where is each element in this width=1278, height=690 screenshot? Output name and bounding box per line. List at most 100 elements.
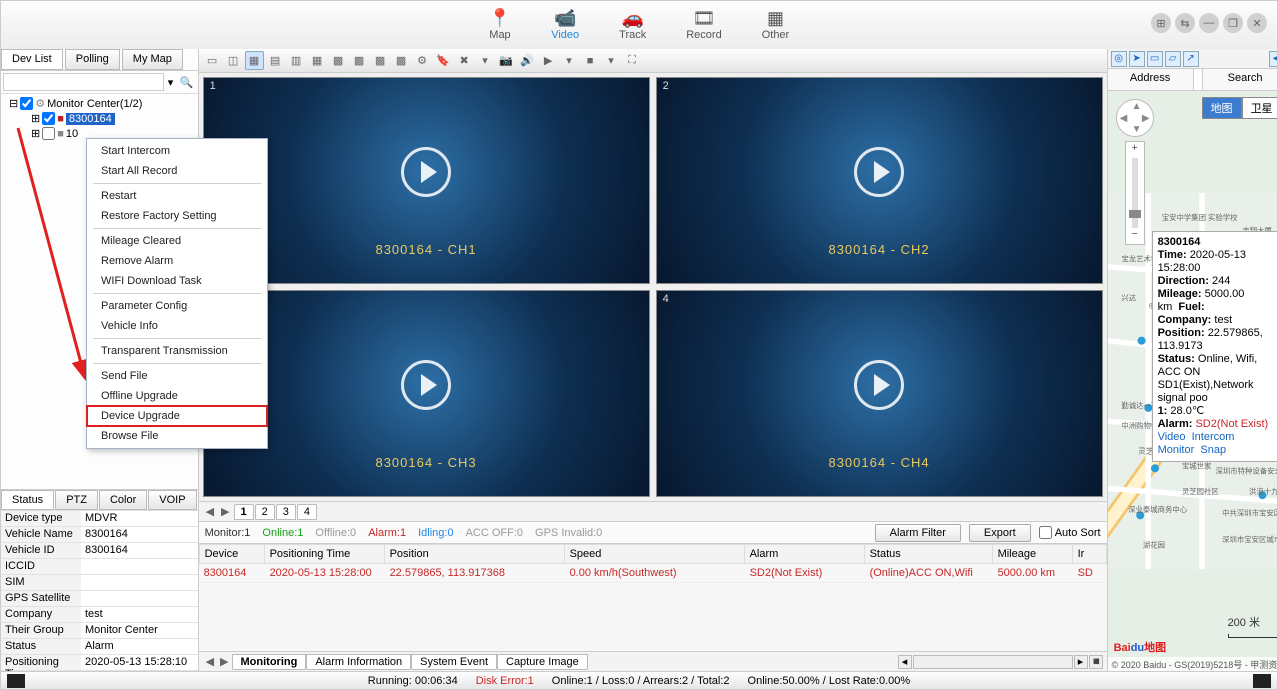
pan-up-icon[interactable]: ▲: [1132, 101, 1142, 112]
ctx-browse-file[interactable]: Browse File: [87, 426, 267, 446]
ch-next-icon[interactable]: ▶: [218, 505, 232, 518]
pan-down-icon[interactable]: ▼: [1132, 124, 1142, 135]
popup-link-snap[interactable]: Snap: [1200, 444, 1226, 456]
ctx-restore-factory[interactable]: Restore Factory Setting: [87, 206, 267, 226]
layout-9-icon[interactable]: ▦: [308, 51, 327, 70]
ctx-device-upgrade[interactable]: Device Upgrade: [87, 406, 267, 426]
side-tab-mymap[interactable]: My Map: [122, 49, 183, 70]
layout-2-icon[interactable]: ◫: [224, 51, 243, 70]
popup-link-monitor[interactable]: Monitor: [1158, 444, 1195, 456]
side-tab-devlist[interactable]: Dev List: [1, 49, 63, 70]
tree-dev2-checkbox[interactable]: [42, 127, 55, 140]
map-type-map[interactable]: 地图: [1202, 97, 1242, 119]
scroll-right-icon[interactable]: ▸: [1074, 655, 1088, 669]
bl-tab-status[interactable]: Status: [1, 490, 54, 510]
tree-root-label[interactable]: Monitor Center(1/2): [47, 98, 142, 110]
settings-icon[interactable]: ⚙: [413, 51, 432, 70]
stop-icon[interactable]: ✖: [455, 51, 474, 70]
bookmark-icon[interactable]: 🔖: [434, 51, 453, 70]
zoom-out-icon[interactable]: −: [1126, 228, 1144, 244]
video-cell-2[interactable]: 28300164 - CH2: [656, 77, 1103, 284]
swap-button[interactable]: ⇆: [1175, 13, 1195, 33]
ctx-mileage-cleared[interactable]: Mileage Cleared: [87, 231, 267, 251]
layout-4-icon[interactable]: ▦: [245, 51, 264, 70]
alarm-filter-button[interactable]: Alarm Filter: [875, 524, 961, 542]
bc-tab-alarm[interactable]: Alarm Information: [306, 654, 411, 670]
pan-left-icon[interactable]: ◀: [1120, 113, 1128, 124]
search-icon[interactable]: 🔍: [178, 76, 196, 89]
map-type-sat[interactable]: 卫星: [1242, 97, 1277, 119]
scroll-track[interactable]: [913, 655, 1073, 669]
ctx-start-all-record[interactable]: Start All Record: [87, 161, 267, 181]
play-overlay-icon[interactable]: [854, 360, 904, 410]
layout-16-icon[interactable]: ▩: [329, 51, 348, 70]
map-canvas[interactable]: 宝安中学集团 实验学校 志翔大厦 宝龙艺术学校 深圳市宝安区首兴物流中心 百财科…: [1108, 91, 1277, 671]
ch-tab-4[interactable]: 4: [297, 504, 317, 520]
export-button[interactable]: Export: [969, 524, 1031, 542]
layout-6-icon[interactable]: ▤: [266, 51, 285, 70]
layout-1-icon[interactable]: ▭: [203, 51, 222, 70]
collapse-icon[interactable]: ⊟: [9, 97, 18, 110]
expand-icon[interactable]: ⊞: [31, 127, 40, 140]
tab-map[interactable]: 📍Map: [489, 9, 511, 41]
video-cell-3[interactable]: 38300164 - CH3: [203, 290, 650, 497]
tab-video[interactable]: 📹Video: [551, 9, 579, 41]
search-button[interactable]: Search: [1202, 69, 1277, 90]
table-row[interactable]: 8300164 2020-05-13 15:28:00 22.579865, 1…: [199, 564, 1107, 583]
close-button[interactable]: ✕: [1247, 13, 1267, 33]
dropdown2-icon[interactable]: ▾: [560, 51, 579, 70]
layout-36-icon[interactable]: ▩: [371, 51, 390, 70]
camera-snap-icon[interactable]: 📷: [497, 51, 516, 70]
ch-tab-2[interactable]: 2: [255, 504, 275, 520]
pan-right-icon[interactable]: ▶: [1142, 113, 1150, 124]
ctx-start-intercom[interactable]: Start Intercom: [87, 141, 267, 161]
stop2-icon[interactable]: ■: [581, 51, 600, 70]
search-dropdown-icon[interactable]: ▾: [164, 76, 178, 89]
map-tool-1-icon[interactable]: ◎: [1111, 51, 1127, 67]
popup-link-video[interactable]: Video: [1158, 431, 1186, 443]
ctx-restart[interactable]: Restart: [87, 186, 267, 206]
ch-tab-3[interactable]: 3: [276, 504, 296, 520]
bc-tab-sysevent[interactable]: System Event: [411, 654, 497, 670]
bc-tab-capture[interactable]: Capture Image: [497, 654, 588, 670]
ctx-wifi-download[interactable]: WIFI Download Task: [87, 271, 267, 291]
bl-tab-color[interactable]: Color: [99, 490, 147, 510]
video-cell-4[interactable]: 48300164 - CH4: [656, 290, 1103, 497]
ch-tab-1[interactable]: 1: [234, 504, 254, 520]
map-tool-5-icon[interactable]: ↗: [1183, 51, 1199, 67]
bl-tab-voip[interactable]: VOIP: [148, 490, 196, 510]
statusbar-left-icon[interactable]: [7, 674, 25, 688]
layout-64-icon[interactable]: ▩: [392, 51, 411, 70]
bc-prev-icon[interactable]: ◀: [203, 655, 217, 668]
map-tool-2-icon[interactable]: ➤: [1129, 51, 1145, 67]
tree-dev2-label[interactable]: 10: [66, 128, 78, 140]
expand-icon[interactable]: ⊞: [31, 112, 40, 125]
grid-button[interactable]: ⊞: [1151, 13, 1171, 33]
zoom-slider[interactable]: [1132, 158, 1138, 228]
device-search-input[interactable]: [3, 73, 164, 91]
scroll-end-icon[interactable]: ◾: [1089, 655, 1103, 669]
bc-tab-monitoring[interactable]: Monitoring: [232, 654, 307, 670]
video-cell-1[interactable]: 18300164 - CH1: [203, 77, 650, 284]
restore-button[interactable]: ❐: [1223, 13, 1243, 33]
scroll-left-icon[interactable]: ◂: [898, 655, 912, 669]
play-overlay-icon[interactable]: [401, 147, 451, 197]
ctx-remove-alarm[interactable]: Remove Alarm: [87, 251, 267, 271]
address-input[interactable]: [1194, 69, 1202, 90]
ctx-send-file[interactable]: Send File: [87, 366, 267, 386]
map-pan-control[interactable]: ▲ ▼ ◀ ▶: [1116, 99, 1154, 137]
tab-track[interactable]: 🚗Track: [619, 9, 646, 41]
ctx-parameter-config[interactable]: Parameter Config: [87, 296, 267, 316]
tab-record[interactable]: 🎞Record: [686, 9, 721, 41]
side-tab-polling[interactable]: Polling: [65, 49, 120, 70]
tree-dev1-label[interactable]: 8300164: [66, 113, 115, 125]
tree-root-checkbox[interactable]: [20, 97, 33, 110]
ctx-offline-upgrade[interactable]: Offline Upgrade: [87, 386, 267, 406]
bl-tab-ptz[interactable]: PTZ: [55, 490, 98, 510]
minimize-button[interactable]: —: [1199, 13, 1219, 33]
volume-icon[interactable]: 🔊: [518, 51, 537, 70]
tab-other[interactable]: ▦Other: [762, 9, 790, 41]
dropdown3-icon[interactable]: ▾: [602, 51, 621, 70]
auto-sort-checkbox[interactable]: Auto Sort: [1039, 526, 1101, 539]
ch-prev-icon[interactable]: ◀: [203, 505, 217, 518]
